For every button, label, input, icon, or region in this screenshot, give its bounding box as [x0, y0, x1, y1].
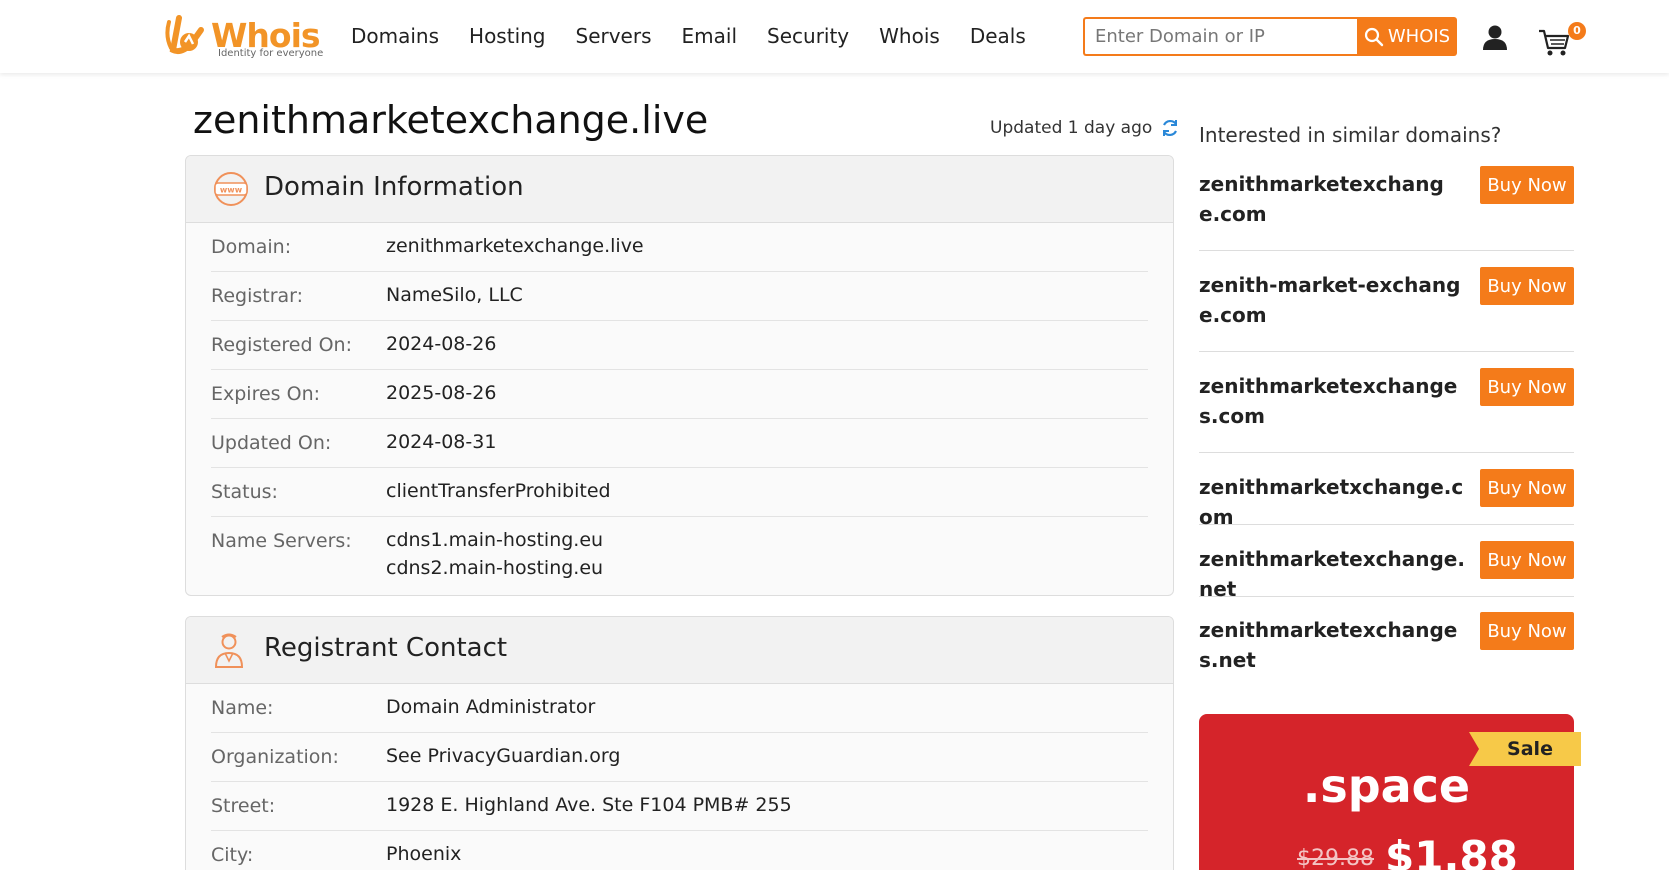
whois-logo[interactable]: Whois Identity for everyone — [163, 14, 324, 60]
name-server-1: cdns1.main-hosting.eu — [386, 529, 604, 551]
suggested-domain: zenithmarketexchanges.net — [1199, 618, 1458, 672]
row-value: Domain Administrator — [386, 696, 596, 718]
row-value: Phoenix — [386, 843, 462, 865]
table-row: Updated On: 2024-08-31 — [211, 419, 1148, 468]
row-value: 2024-08-31 — [386, 431, 497, 453]
cart-count-badge: 0 — [1568, 22, 1586, 40]
name-server-2: cdns2.main-hosting.eu — [386, 557, 604, 579]
sale-price: $1.88 — [1385, 832, 1518, 870]
table-row: Status: clientTransferProhibited — [211, 468, 1148, 517]
row-label: Name Servers: — [211, 530, 352, 552]
buy-now-button[interactable]: Buy Now — [1480, 541, 1574, 579]
row-label: Organization: — [211, 746, 339, 768]
row-value: 1928 E. Highland Ave. Ste F104 PMB# 255 — [386, 794, 792, 816]
nav-servers[interactable]: Servers — [576, 24, 652, 48]
updated-text: Updated 1 day ago — [990, 118, 1153, 138]
row-value: See PrivacyGuardian.org — [386, 745, 621, 767]
main-nav: Domains Hosting Servers Email Security W… — [351, 24, 1056, 48]
row-label: Street: — [211, 795, 276, 817]
suggestion-item: zenithmarketexchange.net Buy Now — [1199, 530, 1574, 601]
search-input[interactable] — [1083, 17, 1357, 56]
row-value: NameSilo, LLC — [386, 284, 523, 306]
nav-deals[interactable]: Deals — [970, 24, 1026, 48]
page-title: zenithmarketexchange.live — [193, 98, 709, 142]
domain-info-table: Domain: zenithmarketexchange.live Regist… — [186, 223, 1173, 582]
suggested-domain: zenithmarketexchange.net — [1199, 547, 1465, 601]
table-row: City: Phoenix — [211, 831, 1148, 870]
row-label: City: — [211, 844, 254, 866]
table-row: Name: Domain Administrator — [211, 684, 1148, 733]
table-row: Street: 1928 E. Highland Ave. Ste F104 P… — [211, 782, 1148, 831]
cart-button[interactable]: 0 — [1538, 22, 1586, 56]
registrant-contact-card: Registrant Contact Name: Domain Administ… — [185, 616, 1174, 870]
refresh-icon[interactable] — [1160, 118, 1180, 138]
nav-hosting[interactable]: Hosting — [469, 24, 545, 48]
buy-now-button[interactable]: Buy Now — [1480, 469, 1574, 507]
buy-now-button[interactable]: Buy Now — [1480, 368, 1574, 406]
space-sale-promo[interactable]: Sale .space $29.88 $1.88 — [1199, 714, 1581, 870]
table-row: Registrar: NameSilo, LLC — [211, 272, 1148, 321]
row-label: Updated On: — [211, 432, 332, 454]
row-value: zenithmarketexchange.live — [386, 235, 644, 257]
logo-mark-icon — [165, 15, 204, 55]
search-bar: WHOIS — [1083, 17, 1457, 56]
nav-domains[interactable]: Domains — [351, 24, 439, 48]
table-row: Organization: See PrivacyGuardian.org — [211, 733, 1148, 782]
row-label: Expires On: — [211, 383, 321, 405]
table-row: Domain: zenithmarketexchange.live — [211, 223, 1148, 272]
card-header: Registrant Contact — [186, 617, 1173, 684]
last-updated: Updated 1 day ago — [990, 118, 1180, 138]
suggestion-item: zenithmarketexchanges.com Buy Now — [1199, 357, 1574, 453]
card-title: Registrant Contact — [264, 633, 508, 663]
top-navbar: Whois Identity for everyone Domains Host… — [0, 0, 1669, 73]
suggestion-item: zenith-market-exchange.com Buy Now — [1199, 256, 1574, 352]
similar-domains-heading: Interested in similar domains? — [1199, 123, 1502, 147]
suggested-domain: zenithmarketexchanges.com — [1199, 374, 1458, 428]
registrant-table: Name: Domain Administrator Organization:… — [186, 684, 1173, 870]
buy-now-button[interactable]: Buy Now — [1480, 612, 1574, 650]
cart-icon — [1539, 29, 1570, 56]
www-globe-icon: www — [214, 172, 248, 206]
suggested-domain: zenithmarketexchange.com — [1199, 172, 1444, 226]
table-row: Name Servers: cdns1.main-hosting.eu cdns… — [211, 517, 1148, 582]
row-label: Status: — [211, 481, 278, 503]
name-servers-value: cdns1.main-hosting.eu cdns2.main-hosting… — [386, 526, 603, 582]
nav-security[interactable]: Security — [767, 24, 849, 48]
suggested-domain: zenith-market-exchange.com — [1199, 273, 1461, 327]
promo-extension: .space — [1302, 759, 1471, 813]
svg-text:www: www — [220, 186, 243, 195]
table-row: Registered On: 2024-08-26 — [211, 321, 1148, 370]
search-icon — [1364, 27, 1384, 46]
domain-information-card: www Domain Information Domain: zenithmar… — [185, 155, 1174, 596]
row-label: Registered On: — [211, 334, 352, 356]
buy-now-button[interactable]: Buy Now — [1480, 166, 1574, 204]
nav-email[interactable]: Email — [682, 24, 738, 48]
suggestion-item: zenithmarketexchanges.net Buy Now — [1199, 601, 1574, 697]
user-account-icon[interactable] — [1482, 24, 1508, 50]
suggested-domain: zenithmarketxchange.com — [1199, 475, 1464, 529]
whois-search-button[interactable]: WHOIS — [1357, 17, 1457, 56]
row-label: Name: — [211, 697, 274, 719]
suggestion-item: zenithmarketxchange.com Buy Now — [1199, 458, 1574, 529]
row-value: 2024-08-26 — [386, 333, 497, 355]
person-contact-icon — [214, 633, 244, 668]
row-value: clientTransferProhibited — [386, 480, 611, 502]
row-value: 2025-08-26 — [386, 382, 497, 404]
buy-now-button[interactable]: Buy Now — [1480, 267, 1574, 305]
card-header: www Domain Information — [186, 156, 1173, 223]
old-price: $29.88 — [1297, 846, 1374, 870]
card-title: Domain Information — [264, 172, 524, 202]
search-button-label: WHOIS — [1387, 26, 1451, 47]
table-row: Expires On: 2025-08-26 — [211, 370, 1148, 419]
nav-whois[interactable]: Whois — [879, 24, 940, 48]
row-label: Domain: — [211, 236, 292, 258]
row-label: Registrar: — [211, 285, 304, 307]
logo-tagline: Identity for everyone — [218, 48, 324, 59]
suggestion-item: zenithmarketexchange.com Buy Now — [1199, 155, 1574, 251]
